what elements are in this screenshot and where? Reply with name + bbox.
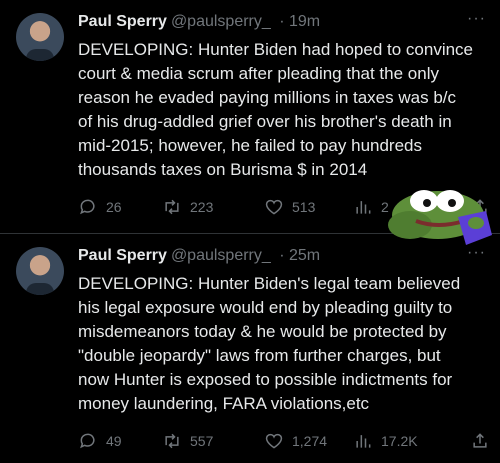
avatar[interactable] <box>16 13 64 61</box>
views-count: 17.2K <box>381 433 418 449</box>
pepe-sticker <box>388 190 492 245</box>
share-button[interactable] <box>470 431 490 451</box>
tweet-header: Paul Sperry @paulsperry_ · 19m <box>78 13 320 31</box>
timestamp[interactable]: · 19m <box>279 13 320 30</box>
reply-count: 49 <box>106 433 122 449</box>
like-count: 1,274 <box>292 433 328 449</box>
tweet-2[interactable]: Paul Sperry @paulsperry_ · 25m ··· DEVELO… <box>0 234 500 463</box>
retweet-count: 223 <box>190 199 214 215</box>
share-icon <box>473 433 487 448</box>
action-bar: 49 557 1,274 17.2K <box>78 429 490 453</box>
tweet-text: DEVELOPING: Hunter Biden's legal team be… <box>78 274 461 413</box>
retweet-button[interactable]: 557 <box>162 431 213 451</box>
timestamp[interactable]: · 25m <box>279 247 320 264</box>
reply-button[interactable]: 49 <box>78 431 168 451</box>
tweet-text: DEVELOPING: Hunter Biden had hoped to co… <box>78 40 474 179</box>
like-count: 513 <box>292 199 316 215</box>
like-button[interactable]: 1,274 <box>264 431 327 451</box>
author-name[interactable]: Paul Sperry <box>78 247 167 264</box>
author-handle[interactable]: @paulsperry_ <box>171 13 271 30</box>
views-button[interactable]: 17.2K <box>353 431 418 451</box>
like-button[interactable]: 513 <box>264 197 315 217</box>
like-icon <box>265 433 283 449</box>
retweet-icon <box>165 433 179 449</box>
like-icon <box>265 199 283 215</box>
reply-button[interactable]: 26 <box>78 197 168 217</box>
retweet-count: 557 <box>190 433 214 449</box>
more-options-icon[interactable]: ··· <box>467 10 486 28</box>
author-handle[interactable]: @paulsperry_ <box>171 247 271 264</box>
retweet-button[interactable]: 223 <box>162 197 213 217</box>
retweet-icon <box>165 199 179 215</box>
views-icon <box>356 435 371 448</box>
author-name[interactable]: Paul Sperry <box>78 13 167 30</box>
reply-count: 26 <box>106 199 122 215</box>
views-icon <box>356 201 371 214</box>
avatar[interactable] <box>16 247 64 295</box>
views-button[interactable]: 2 <box>353 197 389 217</box>
tweet-header: Paul Sperry @paulsperry_ · 25m <box>78 247 320 265</box>
reply-icon <box>80 433 95 449</box>
reply-icon <box>80 199 95 215</box>
